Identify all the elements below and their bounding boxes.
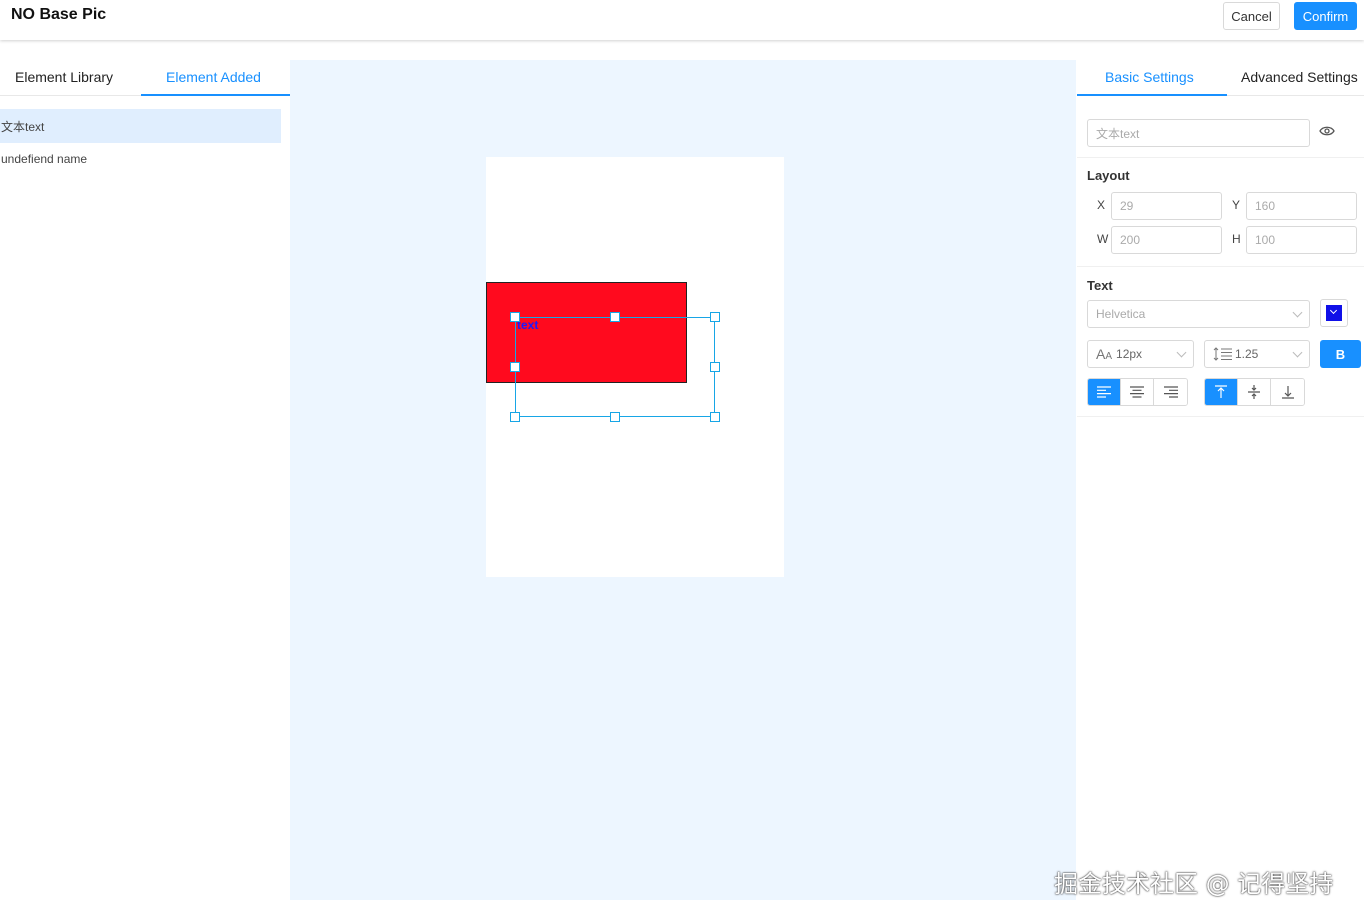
tab-element-added[interactable]: Element Added xyxy=(166,69,261,85)
element-list-item[interactable]: undefiend name xyxy=(0,142,281,176)
selected-text-element[interactable]: text xyxy=(510,312,720,422)
align-right-button[interactable] xyxy=(1154,379,1187,405)
active-tab-indicator xyxy=(141,94,290,96)
chevron-down-icon xyxy=(1176,347,1187,358)
resize-handle-top-left[interactable] xyxy=(510,312,520,322)
confirm-button[interactable]: Confirm xyxy=(1294,2,1357,30)
align-center-button[interactable] xyxy=(1121,379,1154,405)
cancel-button[interactable]: Cancel xyxy=(1223,2,1280,30)
right-tabs: Basic Settings Advanced Settings xyxy=(1077,60,1364,96)
valign-bottom-button[interactable] xyxy=(1271,379,1304,405)
resize-handle-right[interactable] xyxy=(710,362,720,372)
tab-basic-settings[interactable]: Basic Settings xyxy=(1105,69,1194,85)
text-element-content: text xyxy=(517,318,539,332)
header-bar: NO Base Pic Cancel Confirm xyxy=(0,0,1364,40)
active-tab-indicator xyxy=(1077,94,1227,96)
align-middle-icon xyxy=(1248,385,1260,399)
design-page[interactable]: text xyxy=(486,157,784,577)
divider xyxy=(1077,416,1364,417)
line-height-select[interactable]: 1.25 xyxy=(1204,340,1310,368)
resize-handle-top[interactable] xyxy=(610,312,620,322)
align-left-icon xyxy=(1097,386,1111,398)
divider xyxy=(1077,266,1364,267)
resize-handle-top-right[interactable] xyxy=(710,312,720,322)
left-panel: Element Library Element Added 文本text und… xyxy=(0,60,290,919)
x-input[interactable]: 29 xyxy=(1111,192,1222,220)
font-family-select[interactable]: Helvetica xyxy=(1087,300,1310,328)
x-label: X xyxy=(1097,198,1106,212)
text-color-picker[interactable] xyxy=(1320,299,1348,327)
divider xyxy=(1077,157,1364,158)
left-tabs: Element Library Element Added xyxy=(0,60,290,96)
line-height-value: 1.25 xyxy=(1235,347,1259,361)
text-align-group xyxy=(1087,378,1188,406)
valign-top-button[interactable] xyxy=(1205,379,1238,405)
resize-handle-bottom-right[interactable] xyxy=(710,412,720,422)
font-family-value: Helvetica xyxy=(1096,307,1146,321)
layout-section-title: Layout xyxy=(1087,168,1130,183)
chevron-down-icon xyxy=(1292,347,1303,358)
canvas-stage: text xyxy=(290,60,1076,900)
h-label: H xyxy=(1232,232,1241,246)
text-section-title: Text xyxy=(1087,278,1113,293)
element-list-item[interactable]: 文本text xyxy=(0,109,281,143)
font-size-value: 12px xyxy=(1116,347,1143,361)
line-height-icon xyxy=(1213,347,1232,361)
align-bottom-icon xyxy=(1281,386,1294,399)
w-input[interactable]: 200 xyxy=(1111,226,1222,254)
bold-button[interactable]: B xyxy=(1320,340,1361,368)
font-size-icon: AA xyxy=(1096,346,1113,362)
watermark-text: 掘金技术社区 @ 记得坚持 xyxy=(1054,870,1334,898)
font-size-select[interactable]: AA 12px xyxy=(1087,340,1194,368)
h-input[interactable]: 100 xyxy=(1246,226,1357,254)
color-swatch xyxy=(1326,305,1342,321)
align-left-button[interactable] xyxy=(1088,379,1121,405)
w-label: W xyxy=(1097,232,1109,246)
align-right-icon xyxy=(1163,386,1178,398)
tab-advanced-settings[interactable]: Advanced Settings xyxy=(1241,69,1358,85)
right-panel: Basic Settings Advanced Settings 文本text … xyxy=(1077,60,1364,919)
valign-middle-button[interactable] xyxy=(1238,379,1271,405)
align-top-icon xyxy=(1215,385,1227,398)
eye-icon[interactable] xyxy=(1319,125,1335,137)
chevron-down-icon xyxy=(1292,307,1303,318)
page-title: NO Base Pic xyxy=(11,6,107,23)
y-label: Y xyxy=(1232,198,1241,212)
resize-handle-bottom-left[interactable] xyxy=(510,412,520,422)
y-input[interactable]: 160 xyxy=(1246,192,1357,220)
resize-handle-bottom[interactable] xyxy=(610,412,620,422)
vertical-align-group xyxy=(1204,378,1305,406)
tab-element-library[interactable]: Element Library xyxy=(15,69,113,85)
element-name-input[interactable]: 文本text xyxy=(1087,119,1310,147)
align-center-icon xyxy=(1130,386,1144,398)
resize-handle-left[interactable] xyxy=(510,362,520,372)
